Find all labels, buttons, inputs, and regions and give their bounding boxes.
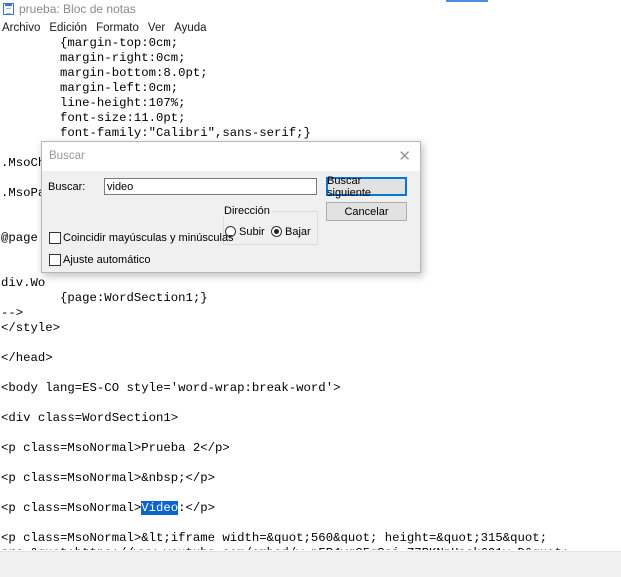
editor-line: <p class=MsoNormal>&lt;iframe width=&quo…: [1, 531, 548, 545]
find-input[interactable]: [104, 178, 317, 195]
dialog-title-bar: Buscar ✕: [42, 142, 420, 171]
editor-line: font-family:"Calibri",sans-serif;}: [1, 126, 311, 140]
editor-line: </head>: [1, 351, 53, 365]
line-text: <p class=MsoNormal>: [1, 501, 142, 515]
editor-line: div.Wo: [1, 276, 46, 290]
close-icon[interactable]: ✕: [398, 147, 411, 165]
wrap-label: Ajuste automático: [63, 254, 151, 266]
menu-formato[interactable]: Formato: [94, 22, 144, 34]
editor-line: </style>: [1, 321, 61, 335]
editor-line: <p class=MsoNormal>Prueba 2</p>: [1, 441, 230, 455]
find-dialog: Buscar ✕ Buscar: Buscar siguiente Cancel…: [41, 141, 421, 273]
window-title: prueba: Bloc de notas: [19, 2, 136, 16]
text-editor[interactable]: {margin-top:0cm; margin-right:0cm; margi…: [0, 36, 621, 550]
horizontal-scrollbar[interactable]: [0, 551, 621, 577]
editor-line: {page:WordSection1;}: [1, 291, 208, 305]
dialog-title: Buscar: [49, 150, 85, 162]
title-accent: [446, 0, 488, 2]
line-text: :</p>: [178, 501, 216, 515]
editor-line: src=&quot;https://www.youtube.com/embed/…: [0, 546, 621, 550]
editor-line: <p class=MsoNormal>&nbsp;</p>: [1, 471, 216, 485]
notepad-icon: [3, 3, 14, 15]
search-match-highlight: Video: [141, 501, 179, 515]
menu-archivo[interactable]: Archivo: [0, 22, 45, 34]
direction-label: Dirección: [222, 205, 272, 217]
cancel-button[interactable]: Cancelar: [326, 202, 407, 221]
match-case-label: Coincidir mayúsculas y minúsculas: [63, 232, 234, 244]
menu-edicion[interactable]: Edición: [47, 22, 92, 34]
find-label: Buscar:: [48, 181, 86, 193]
title-bar: prueba: Bloc de notas: [0, 0, 621, 18]
menu-ver[interactable]: Ver: [146, 22, 170, 34]
editor-line: font-size:11.0pt;: [1, 111, 186, 125]
editor-line: margin-left:0cm;: [1, 81, 179, 95]
wrap-checkbox[interactable]: [49, 254, 61, 266]
editor-line: line-height:107%;: [1, 96, 186, 110]
editor-line: {margin-top:0cm;: [1, 36, 179, 50]
direction-down-radio[interactable]: [271, 226, 282, 237]
match-case-checkbox[interactable]: [49, 232, 61, 244]
editor-line: <div class=WordSection1>: [1, 411, 179, 425]
editor-line: margin-bottom:8.0pt;: [1, 66, 208, 80]
menu-bar: Archivo Edición Formato Ver Ayuda: [0, 19, 621, 37]
editor-line: margin-right:0cm;: [1, 51, 186, 65]
direction-down-label: Bajar: [285, 226, 311, 238]
editor-line: -->: [1, 306, 24, 320]
find-next-button[interactable]: Buscar siguiente: [326, 175, 407, 199]
direction-up-label: Subir: [239, 226, 265, 238]
editor-line: <body lang=ES-CO style='word-wrap:break-…: [1, 381, 341, 395]
menu-ayuda[interactable]: Ayuda: [172, 22, 211, 34]
editor-line: <p class=MsoNormal>Video:</p>: [0, 501, 621, 516]
